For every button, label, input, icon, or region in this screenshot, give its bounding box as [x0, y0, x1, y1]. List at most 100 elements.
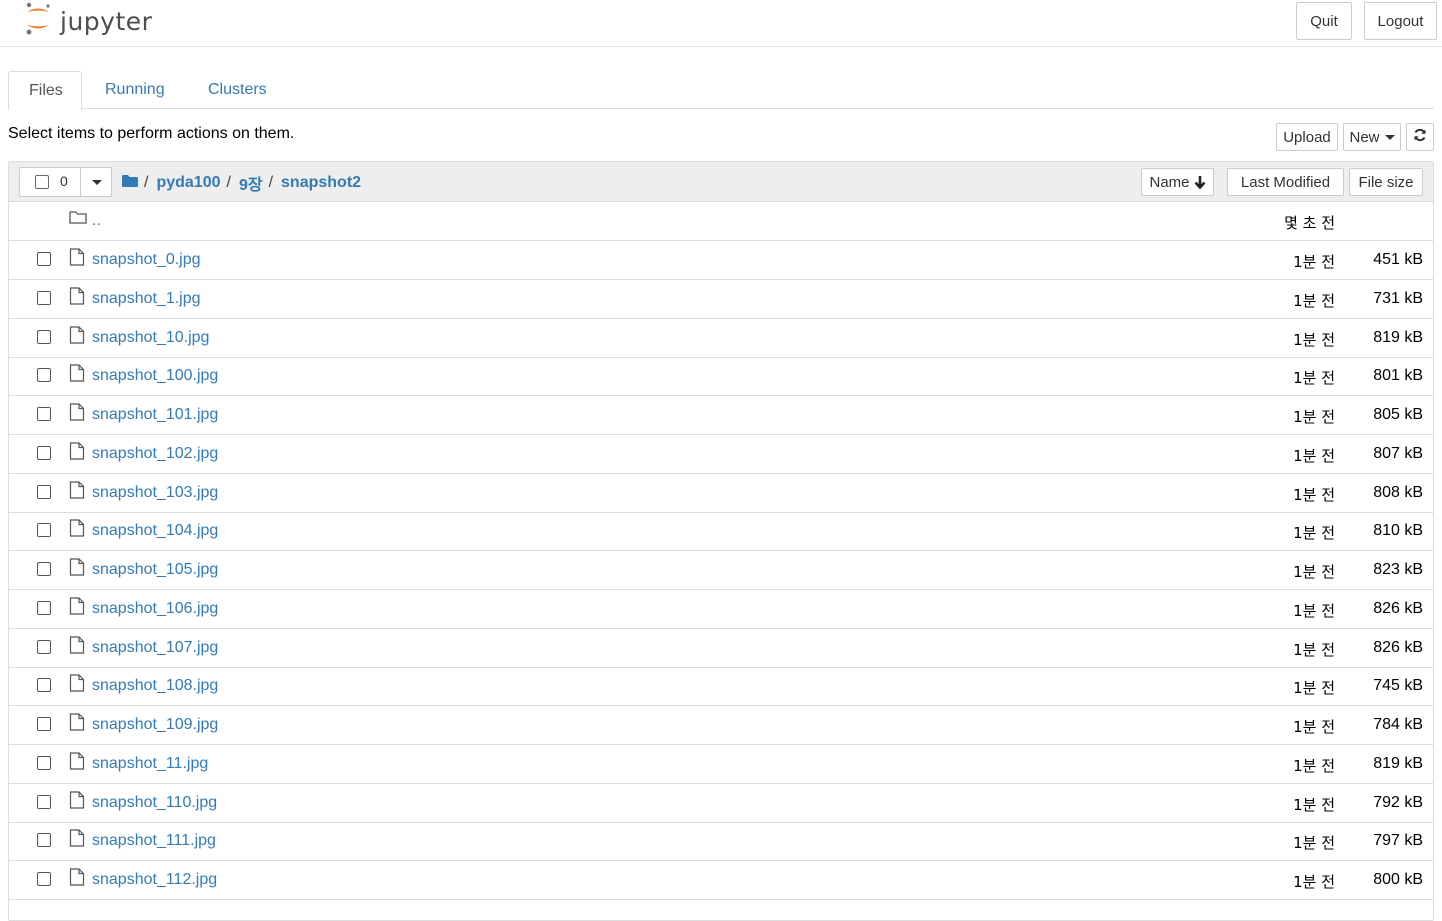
- upload-button[interactable]: Upload: [1276, 123, 1338, 151]
- list-item[interactable]: snapshot_104.jpg 1분 전 810 kB: [9, 512, 1433, 552]
- modified-time: 1분 전: [1293, 756, 1335, 775]
- row-checkbox[interactable]: [37, 484, 51, 499]
- row-checkbox[interactable]: [37, 872, 51, 886]
- row-checkbox[interactable]: [37, 329, 51, 344]
- file-list-header: 0 / pyda100 / 9장 / snapshot2 Name Last M…: [9, 162, 1433, 202]
- list-item[interactable]: snapshot_106.jpg 1분 전 826 kB: [9, 590, 1433, 629]
- file-name-link[interactable]: snapshot_111.jpg: [92, 832, 216, 850]
- row-checkbox[interactable]: [37, 600, 51, 615]
- list-item[interactable]: snapshot_105.jpg 1분 전 823 kB: [9, 551, 1433, 590]
- file-size: 810 kB: [1373, 522, 1423, 540]
- tab-running[interactable]: Running: [85, 71, 185, 109]
- list-item[interactable]: snapshot_102.jpg 1분 전 807 kB: [9, 435, 1433, 474]
- file-list: 0 / pyda100 / 9장 / snapshot2 Name Last M…: [8, 161, 1434, 921]
- quit-button[interactable]: Quit: [1296, 2, 1352, 40]
- row-checkbox[interactable]: [37, 639, 51, 654]
- sort-by-last-modified-button[interactable]: Last Modified: [1227, 168, 1344, 196]
- list-item[interactable]: snapshot_10.jpg 1분 전 819 kB: [9, 319, 1433, 358]
- file-size: 797 kB: [1373, 832, 1423, 850]
- file-icon: [69, 829, 85, 852]
- modified-time: 1분 전: [1293, 563, 1335, 581]
- list-item[interactable]: snapshot_0.jpg 1분 전 451 kB: [9, 241, 1433, 280]
- folder-icon[interactable]: [122, 174, 138, 193]
- file-name-link[interactable]: snapshot_11.jpg: [92, 755, 208, 773]
- row-checkbox[interactable]: [37, 523, 51, 538]
- row-checkbox[interactable]: [37, 445, 51, 460]
- list-item[interactable]: snapshot_107.jpg 1분 전 826 kB: [9, 629, 1433, 668]
- file-name-link[interactable]: snapshot_105.jpg: [92, 561, 218, 579]
- list-item[interactable]: snapshot_1.jpg 1분 전 731 kB: [9, 280, 1433, 319]
- list-item[interactable]: snapshot_100.jpg 1분 전 801 kB: [9, 357, 1433, 397]
- list-item[interactable]: snapshot_109.jpg 1분 전 784 kB: [9, 706, 1433, 745]
- tab-bar: Files Running Clusters: [8, 71, 1434, 110]
- file-size: 731 kB: [1373, 289, 1423, 307]
- file-name-link[interactable]: snapshot_108.jpg: [92, 677, 218, 695]
- modified-time: 1분 전: [1293, 524, 1335, 543]
- file-size: 807 kB: [1373, 444, 1423, 462]
- list-item-parent[interactable]: .. 몇 초 전: [9, 202, 1433, 241]
- sort-by-file-size-button[interactable]: File size: [1349, 168, 1423, 196]
- modified-time: 1분 전: [1293, 873, 1335, 891]
- breadcrumb-link-current[interactable]: snapshot2: [281, 174, 361, 192]
- row-checkbox[interactable]: [37, 407, 51, 421]
- sort-by-name-button[interactable]: Name: [1141, 168, 1214, 196]
- breadcrumb-link-root[interactable]: pyda100: [156, 174, 220, 192]
- file-name-link[interactable]: snapshot_106.jpg: [92, 600, 218, 618]
- modified-time: 1분 전: [1293, 330, 1335, 349]
- breadcrumb-link-chapter[interactable]: 9장: [239, 171, 263, 195]
- file-name-link[interactable]: snapshot_101.jpg: [92, 406, 218, 424]
- selection-message: Select items to perform actions on them.: [8, 125, 295, 142]
- file-name-link[interactable]: snapshot_107.jpg: [92, 639, 218, 657]
- list-item[interactable]: snapshot_103.jpg 1분 전 808 kB: [9, 474, 1433, 513]
- file-name-link[interactable]: snapshot_109.jpg: [92, 716, 218, 734]
- row-checkbox[interactable]: [37, 252, 51, 266]
- modified-time: 1분 전: [1293, 601, 1335, 620]
- file-name-link[interactable]: snapshot_100.jpg: [92, 367, 218, 385]
- file-icon: [69, 790, 85, 814]
- list-item[interactable]: snapshot_112.jpg 1분 전 800 kB: [9, 861, 1433, 900]
- file-icon: [69, 635, 85, 659]
- file-name-link[interactable]: snapshot_110.jpg: [92, 794, 217, 812]
- logout-button[interactable]: Logout: [1364, 2, 1437, 40]
- file-icon: [69, 519, 85, 542]
- select-all-checkbox[interactable]: [35, 175, 49, 189]
- list-item[interactable]: snapshot_111.jpg 1분 전 797 kB: [9, 822, 1433, 862]
- select-dropdown-button[interactable]: [80, 168, 112, 196]
- file-name-link[interactable]: snapshot_0.jpg: [92, 251, 201, 269]
- breadcrumb-separator: /: [144, 174, 149, 191]
- row-checkbox[interactable]: [37, 717, 51, 731]
- file-name-link[interactable]: snapshot_1.jpg: [92, 290, 201, 308]
- file-icon: [69, 868, 85, 891]
- list-item[interactable]: snapshot_108.jpg 1분 전 745 kB: [9, 667, 1433, 707]
- new-dropdown-button[interactable]: New: [1343, 123, 1401, 151]
- row-checkbox[interactable]: [37, 562, 51, 576]
- file-name-link[interactable]: snapshot_112.jpg: [92, 871, 217, 889]
- file-name-link[interactable]: snapshot_104.jpg: [92, 522, 218, 540]
- row-checkbox[interactable]: [37, 755, 51, 770]
- refresh-button[interactable]: [1406, 123, 1434, 151]
- modified-time: 1분 전: [1293, 253, 1335, 271]
- tab-clusters[interactable]: Clusters: [188, 71, 287, 109]
- list-item[interactable]: snapshot_11.jpg 1분 전 819 kB: [9, 745, 1433, 784]
- caret-down-icon: [91, 179, 102, 185]
- file-size: 826 kB: [1373, 638, 1423, 656]
- file-name-link[interactable]: snapshot_10.jpg: [92, 329, 209, 347]
- file-name-link[interactable]: snapshot_103.jpg: [92, 484, 218, 502]
- file-size: 819 kB: [1373, 328, 1423, 346]
- file-name-link[interactable]: snapshot_102.jpg: [92, 445, 218, 463]
- file-icon: [69, 403, 85, 426]
- file-size: 826 kB: [1373, 599, 1423, 617]
- row-checkbox[interactable]: [37, 290, 51, 305]
- jupyter-logo[interactable]: jupyter: [24, 1, 152, 42]
- list-item[interactable]: snapshot_101.jpg 1분 전 805 kB: [9, 396, 1433, 435]
- tab-files[interactable]: Files: [8, 71, 82, 110]
- row-checkbox[interactable]: [37, 368, 51, 383]
- jupyter-logo-icon: [24, 1, 52, 42]
- row-checkbox[interactable]: [37, 794, 51, 809]
- parent-directory-link[interactable]: ..: [92, 212, 101, 230]
- list-item[interactable]: snapshot_110.jpg 1분 전 792 kB: [9, 784, 1433, 823]
- row-checkbox[interactable]: [37, 678, 51, 693]
- file-icon: [69, 248, 85, 271]
- file-size: 808 kB: [1373, 483, 1423, 501]
- row-checkbox[interactable]: [37, 833, 51, 848]
